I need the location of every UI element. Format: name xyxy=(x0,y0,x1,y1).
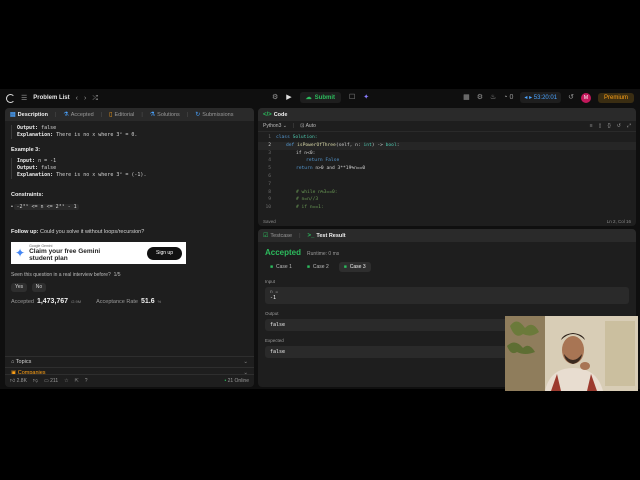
notes-icon[interactable]: ☐ xyxy=(349,94,355,101)
code-icon: </> xyxy=(263,111,272,118)
webcam-overlay xyxy=(505,316,638,391)
accepted-count: 1,473,767 xyxy=(36,298,69,305)
follow-up: Follow up: Could you solve it without lo… xyxy=(11,229,145,235)
result-tabs: ☑ Testcase | >_ Test Result xyxy=(258,229,636,242)
next-problem-icon[interactable]: › xyxy=(84,95,86,102)
topics-section[interactable]: ⌂ Topics ⌄ xyxy=(5,356,254,367)
terminal-icon: >_ xyxy=(307,232,315,239)
language-select[interactable]: Python3 ⌄ xyxy=(263,123,287,129)
run-icon[interactable]: ▶ xyxy=(286,94,291,101)
webcam-feed-image xyxy=(505,316,638,391)
case-3-tab[interactable]: ■ Case 3 xyxy=(338,262,371,272)
leetcode-logo-icon[interactable] xyxy=(6,93,15,103)
code-panel: </> Code Python3 ⌄ | ⊡ Auto ≡ ▯ {} ↺ ⤢ 1c… xyxy=(258,108,636,226)
example-3-title: Example 3: xyxy=(11,147,41,153)
ai-icon[interactable]: ✦ xyxy=(363,94,369,101)
tab-test-result[interactable]: >_ Test Result xyxy=(308,233,346,239)
case-tabs: ■ Case 1 ■ Case 2 ■ Case 3 xyxy=(265,262,629,272)
help-icon[interactable]: ? xyxy=(85,378,88,384)
debug-icon[interactable]: ⚙ xyxy=(272,94,278,101)
problem-list-link[interactable]: Problem List xyxy=(33,95,69,101)
input-label: Input xyxy=(265,279,276,284)
input-box: n = -1 xyxy=(265,287,629,304)
code-tabs: </> Code xyxy=(258,108,636,121)
checkbox-icon: ☑ xyxy=(263,233,269,239)
tag-icon: ⌂ xyxy=(11,359,15,365)
tab-submissions[interactable]: ↻ Submissions xyxy=(195,111,233,119)
layout-icon[interactable]: ▦ xyxy=(463,94,470,101)
comments-button[interactable]: ▭ 211 xyxy=(44,378,58,384)
example-2-block: Output: false Explanation: There is no x… xyxy=(11,125,248,139)
tab-accepted[interactable]: ⚗ Accepted xyxy=(63,111,93,119)
lock-icon: ⊡ xyxy=(300,123,305,129)
premium-button[interactable]: Premium xyxy=(597,92,634,103)
gemini-star-icon: ✦ xyxy=(15,246,26,260)
flask-icon: ⚗ xyxy=(63,112,69,118)
settings-icon[interactable]: ⚙ xyxy=(477,94,483,101)
check-dot-icon: ■ xyxy=(270,264,274,270)
dislike-icon[interactable]: 👎︎ xyxy=(33,378,38,384)
interview-question: Seen this question in a real interview b… xyxy=(11,272,121,278)
auto-toggle[interactable]: ⊡ Auto xyxy=(300,123,316,129)
timer[interactable]: ◂ ▸ 53:20:01 xyxy=(520,92,562,103)
description-footer: 👍︎ 2.8K 👎︎ ▭ 211 ☆ ⇱ ? • 21 Online xyxy=(5,374,254,387)
avatar[interactable]: M xyxy=(580,92,591,103)
constraints-title: Constraints: xyxy=(11,192,44,198)
thumbs-up-icon: 👍︎ xyxy=(10,378,16,384)
flask-icon: ⚗ xyxy=(149,112,156,118)
check-dot-icon: ■ xyxy=(306,264,310,270)
format-icon[interactable]: ≡ xyxy=(590,123,593,129)
description-panel: ▤ Description | ⚗ Accepted | ▯ Editorial | … xyxy=(5,108,254,387)
online-count: • 21 Online xyxy=(224,378,249,384)
left-tabs: ▤ Description | ⚗ Accepted | ▯ Editorial | … xyxy=(5,108,254,121)
book-icon: ▯ xyxy=(109,112,113,118)
tab-code[interactable]: </> Code xyxy=(263,112,287,118)
tab-solutions[interactable]: ⚗ Solutions xyxy=(149,111,180,119)
tab-testcase[interactable]: ☑ Testcase xyxy=(263,232,292,240)
runtime: Runtime: 0 ms xyxy=(307,251,340,257)
example-3-block: Input: n = -1 Output: false Explanation:… xyxy=(11,158,248,179)
reset-timer-icon[interactable]: ↺ xyxy=(568,94,574,101)
constraint-item: • -2³¹ <= n <= 2³¹ - 1 xyxy=(11,204,79,210)
braces-icon[interactable]: {} xyxy=(607,123,610,129)
ad-sign-up-button[interactable]: Sign up xyxy=(147,246,182,260)
chevron-down-icon: ⌄ xyxy=(243,359,248,365)
cursor-position: Ln 2, Col 16 xyxy=(606,218,631,224)
save-status: Saved xyxy=(263,218,276,224)
gemini-ad[interactable]: ✦ Google Gemini Claim your free Gemini s… xyxy=(11,242,186,264)
list-icon: ☰ xyxy=(21,94,28,102)
prev-problem-icon[interactable]: ‹ xyxy=(76,95,78,102)
code-editor[interactable]: 1 class Solution: 2 def isPowerOfThree(sel… xyxy=(258,132,636,212)
yes-button[interactable]: Yes xyxy=(11,283,28,292)
fire-icon[interactable]: ♨ xyxy=(490,94,496,101)
submit-button[interactable]: ☁ Submit xyxy=(299,92,342,103)
result-status: Accepted xyxy=(265,248,302,257)
check-dot-icon: ■ xyxy=(343,264,347,270)
top-bar: ☰ Problem List ‹ › ⤮ ⚙ ▶ ☁ Submit ☐ ✦ ▦ … xyxy=(0,89,640,107)
code-status-bar: Saved Ln 2, Col 16 xyxy=(258,216,636,226)
problem-description: Output: false Explanation: There is no x… xyxy=(5,121,254,310)
case-1-tab[interactable]: ■ Case 1 xyxy=(265,262,297,272)
history-icon: ↻ xyxy=(195,112,201,118)
comment-icon: ▭ xyxy=(44,378,49,384)
star-icon[interactable]: ☆ xyxy=(64,378,68,384)
case-2-tab[interactable]: ■ Case 2 xyxy=(302,262,334,272)
acceptance-stats: Accepted 1,473,767 /2.9M Acceptance Rate… xyxy=(11,298,162,305)
no-button[interactable]: No xyxy=(31,283,47,292)
cloud-upload-icon: ☁ xyxy=(305,95,312,101)
tab-editorial[interactable]: ▯ Editorial xyxy=(109,111,134,119)
bookmark-icon[interactable]: ▯ xyxy=(599,123,602,129)
shuffle-icon[interactable]: ⤮ xyxy=(92,95,98,102)
code-toolbar: Python3 ⌄ | ⊡ Auto ≡ ▯ {} ↺ ⤢ xyxy=(258,121,636,132)
acceptance-rate: 51.6 xyxy=(141,298,155,305)
streak-icon[interactable]: ◔ 0 xyxy=(503,94,513,101)
interview-buttons: Yes No xyxy=(11,283,248,292)
fullscreen-icon[interactable]: ⤢ xyxy=(627,123,631,129)
tab-description[interactable]: ▤ Description xyxy=(10,111,48,119)
doc-icon: ▤ xyxy=(10,112,16,118)
reset-icon[interactable]: ↺ xyxy=(617,123,621,129)
like-button[interactable]: 👍︎ 2.8K xyxy=(10,378,27,384)
share-icon[interactable]: ⇱ xyxy=(75,378,79,384)
